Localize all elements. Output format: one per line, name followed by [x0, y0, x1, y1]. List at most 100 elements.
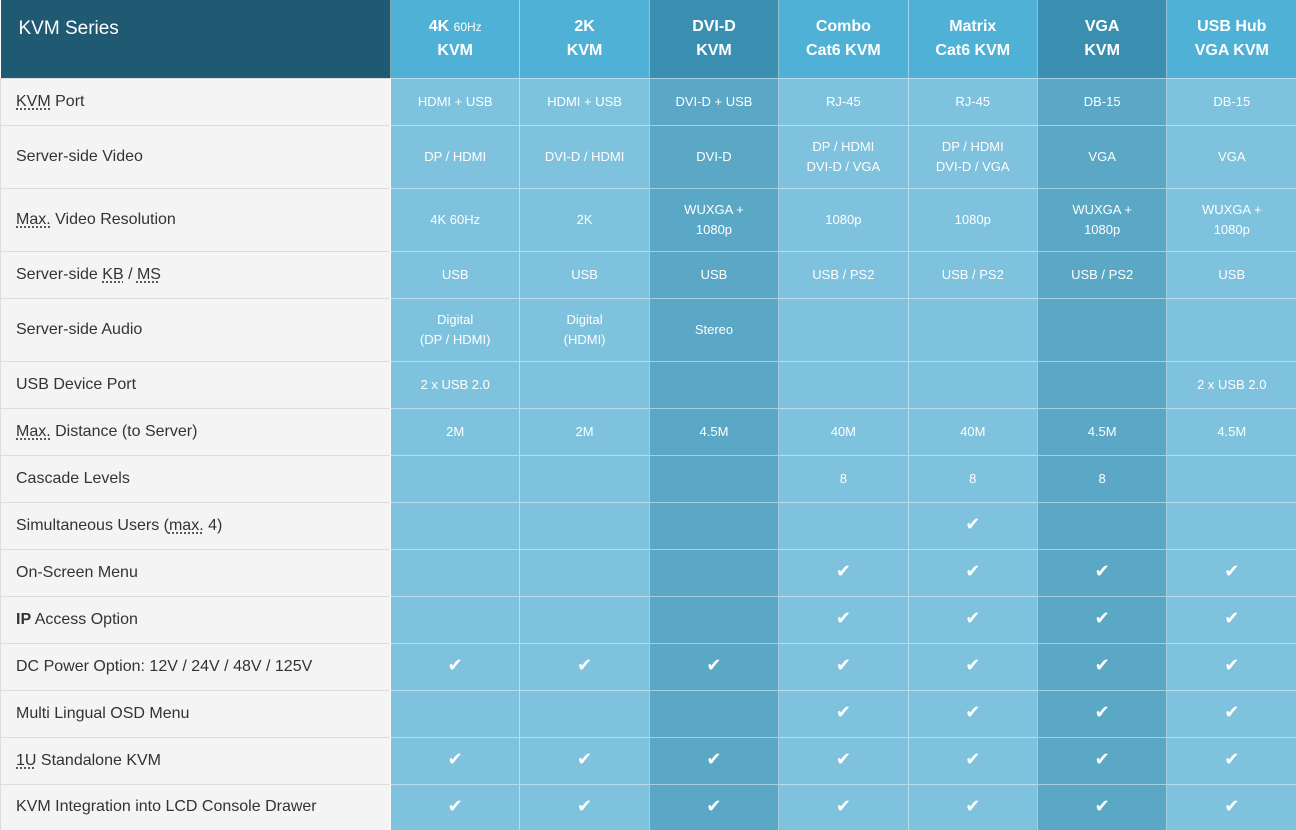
- table-cell: [1037, 502, 1166, 549]
- row-label-text: Server-side Video: [16, 148, 143, 165]
- cell-value: 8: [1099, 471, 1106, 486]
- table-cell: ✔: [1037, 690, 1166, 737]
- check-icon: ✔: [965, 749, 980, 770]
- cell-value: USB: [701, 267, 728, 282]
- check-icon: ✔: [706, 655, 721, 676]
- cell-value: 2M: [446, 424, 464, 439]
- table-cell: ✔: [908, 596, 1037, 643]
- check-icon: ✔: [1224, 796, 1239, 817]
- column-header-5: VGAKVM: [1037, 0, 1166, 78]
- table-cell: ✔: [649, 737, 778, 784]
- table-cell: ✔: [779, 549, 908, 596]
- cell-value: USB: [1218, 267, 1245, 282]
- table-cell: ✔: [391, 737, 520, 784]
- row-label: 1U Standalone KVM: [1, 737, 391, 784]
- check-icon: ✔: [836, 749, 851, 770]
- table-row: KVM Integration into LCD Console Drawer✔…: [1, 784, 1296, 830]
- table-cell: [649, 549, 778, 596]
- cell-value: DVI-D: [696, 149, 731, 164]
- table-cell: ✔: [1167, 784, 1296, 830]
- table-cell: 4.5M: [1167, 408, 1296, 455]
- table-row: Server-side AudioDigital (DP / HDMI)Digi…: [1, 298, 1296, 361]
- table-cell: ✔: [1167, 737, 1296, 784]
- table-cell: ✔: [520, 643, 649, 690]
- table-cell: [520, 502, 649, 549]
- cell-value: USB: [442, 267, 469, 282]
- table-cell: USB / PS2: [1037, 251, 1166, 298]
- column-header-line1: VGA: [1085, 18, 1120, 35]
- row-label-text: Server-side KB / MS: [16, 266, 161, 283]
- cell-value: 8: [840, 471, 847, 486]
- column-header-line2: KVM: [567, 42, 603, 59]
- table-cell: USB: [1167, 251, 1296, 298]
- column-header-line1: DVI-D: [692, 18, 736, 35]
- row-label-text: On-Screen Menu: [16, 564, 138, 581]
- cell-value: DP / HDMI DVI-D / VGA: [936, 139, 1010, 174]
- row-label: Max. Video Resolution: [1, 188, 391, 251]
- column-header-line1: USB Hub: [1197, 18, 1266, 35]
- column-header-line1: 2K: [574, 18, 594, 35]
- table-cell: Digital (DP / HDMI): [391, 298, 520, 361]
- table-cell: WUXGA + 1080p: [1167, 188, 1296, 251]
- column-header-6: USB HubVGA KVM: [1167, 0, 1296, 78]
- table-cell: ✔: [1037, 784, 1166, 830]
- column-header-3: ComboCat6 KVM: [779, 0, 908, 78]
- row-label-text: Server-side Audio: [16, 321, 142, 338]
- row-label-text: Max. Distance (to Server): [16, 423, 197, 440]
- cell-value: 8: [969, 471, 976, 486]
- cell-value: VGA: [1088, 149, 1115, 164]
- kvm-series-header: KVM Series: [1, 0, 391, 78]
- table-cell: ✔: [1167, 643, 1296, 690]
- table-cell: USB: [649, 251, 778, 298]
- check-icon: ✔: [577, 655, 592, 676]
- check-icon: ✔: [965, 796, 980, 817]
- column-header-line1: 4K: [429, 18, 449, 35]
- table-row: 1U Standalone KVM✔✔✔✔✔✔✔: [1, 737, 1296, 784]
- table-cell: 2M: [520, 408, 649, 455]
- table-cell: ✔: [908, 690, 1037, 737]
- table-cell: ✔: [779, 737, 908, 784]
- table-cell: ✔: [520, 784, 649, 830]
- check-icon: ✔: [836, 796, 851, 817]
- cell-value: HDMI + USB: [418, 94, 493, 109]
- check-icon: ✔: [1095, 608, 1110, 629]
- cell-value: 40M: [960, 424, 985, 439]
- row-label: Simultaneous Users (max. 4): [1, 502, 391, 549]
- table-row: Max. Video Resolution4K 60Hz2KWUXGA + 10…: [1, 188, 1296, 251]
- check-icon: ✔: [1095, 561, 1110, 582]
- cell-value: DP / HDMI: [424, 149, 486, 164]
- column-header-2: DVI-DKVM: [649, 0, 778, 78]
- cell-value: 2M: [576, 424, 594, 439]
- cell-value: 1080p: [825, 212, 861, 227]
- table-cell: [908, 298, 1037, 361]
- table-cell: 40M: [908, 408, 1037, 455]
- table-cell: ✔: [1167, 549, 1296, 596]
- table-cell: [649, 596, 778, 643]
- check-icon: ✔: [965, 702, 980, 723]
- table-cell: 8: [908, 455, 1037, 502]
- table-cell: [649, 455, 778, 502]
- cell-value: Stereo: [695, 322, 733, 337]
- table-cell: ✔: [908, 643, 1037, 690]
- table-cell: 2 x USB 2.0: [391, 361, 520, 408]
- column-header-4: MatrixCat6 KVM: [908, 0, 1037, 78]
- table-cell: DP / HDMI DVI-D / VGA: [779, 125, 908, 188]
- table-cell: [391, 502, 520, 549]
- table-cell: USB / PS2: [779, 251, 908, 298]
- check-icon: ✔: [1224, 702, 1239, 723]
- table-cell: ✔: [779, 784, 908, 830]
- row-label: Server-side Audio: [1, 298, 391, 361]
- table-cell: [391, 455, 520, 502]
- cell-value: 2K: [577, 212, 593, 227]
- table-cell: [649, 690, 778, 737]
- column-header-line2: KVM: [437, 42, 473, 59]
- table-cell: ✔: [520, 737, 649, 784]
- cell-value: DP / HDMI DVI-D / VGA: [807, 139, 881, 174]
- row-label: Server-side Video: [1, 125, 391, 188]
- check-icon: ✔: [577, 749, 592, 770]
- table-cell: [779, 361, 908, 408]
- table-cell: ✔: [1037, 643, 1166, 690]
- cell-value: WUXGA + 1080p: [1072, 202, 1132, 237]
- cell-value: DB-15: [1213, 94, 1250, 109]
- table-cell: 8: [779, 455, 908, 502]
